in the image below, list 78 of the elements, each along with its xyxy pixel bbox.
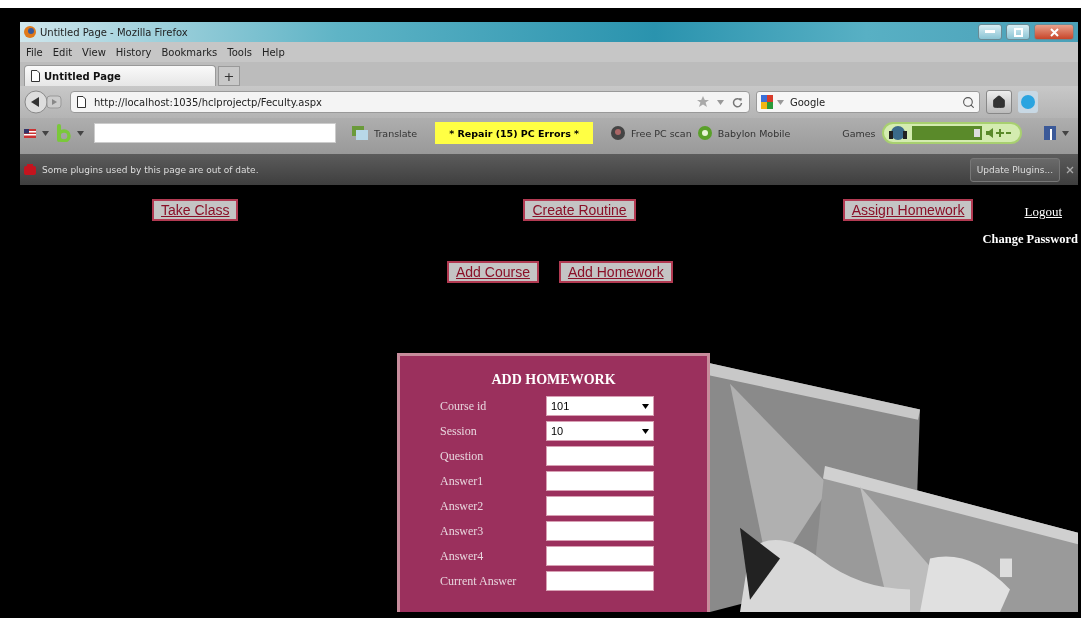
- nav-button[interactable]: Assign Homework: [842, 199, 974, 221]
- free-scan-link[interactable]: Free PC scan: [631, 127, 692, 139]
- menu-item[interactable]: History: [115, 46, 152, 58]
- back-forward-icon[interactable]: [24, 90, 64, 114]
- caret-icon: [77, 130, 84, 136]
- menu-item[interactable]: Help: [261, 46, 285, 58]
- close-icon[interactable]: [1066, 165, 1074, 174]
- menu-item[interactable]: Tools: [227, 46, 252, 58]
- page-icon: [77, 96, 86, 108]
- minimize-icon: [985, 30, 995, 34]
- maximize-button[interactable]: [1006, 24, 1030, 40]
- caret-icon: [642, 428, 649, 434]
- translate-button[interactable]: Translate: [374, 127, 418, 139]
- change-password-link[interactable]: Change Password: [982, 232, 1078, 247]
- minimize-button[interactable]: [978, 24, 1002, 40]
- form-title: ADD HOMEWORK: [491, 372, 616, 388]
- search-field[interactable]: Google: [788, 95, 958, 109]
- menu-item[interactable]: File: [26, 46, 43, 58]
- repair-button[interactable]: * Repair (15) PC Errors *: [435, 122, 594, 144]
- headphones-icon: [887, 125, 908, 141]
- search-box[interactable]: Google: [756, 91, 980, 113]
- field-label: Question: [440, 448, 485, 464]
- nav-button[interactable]: Create Routine: [523, 199, 636, 221]
- close-icon: [1049, 27, 1059, 37]
- radio-player[interactable]: [881, 122, 1022, 144]
- mobile-link[interactable]: Babylon Mobile: [717, 127, 791, 139]
- new-tab-button[interactable]: +: [218, 66, 240, 86]
- field-label: Answer3: [440, 523, 485, 539]
- facebook-icon[interactable]: [1043, 126, 1056, 140]
- mobile-icon: [697, 126, 712, 140]
- caret-icon: [42, 130, 49, 136]
- google-icon: [761, 95, 773, 109]
- skype-icon[interactable]: [1018, 91, 1038, 113]
- search-icon[interactable]: [962, 95, 975, 109]
- update-plugins-button[interactable]: Update Plugins...: [969, 157, 1060, 182]
- translate-icon: [352, 126, 368, 140]
- address-bar[interactable]: http://localhost:1035/hclprojectp/Feculty.aspx: [70, 91, 750, 113]
- field-label: Answer4: [440, 548, 485, 564]
- input-field[interactable]: [546, 471, 654, 491]
- browser-tab[interactable]: Untitled Page: [24, 65, 216, 86]
- menu-item[interactable]: Bookmarks: [161, 46, 218, 58]
- window-title: Untitled Page - Mozilla Firefox: [40, 26, 189, 38]
- input-field[interactable]: [546, 546, 654, 566]
- star-icon[interactable]: [697, 96, 709, 108]
- input-field[interactable]: [546, 571, 654, 591]
- home-button[interactable]: [986, 90, 1012, 114]
- page-icon: [31, 70, 40, 82]
- nav-button[interactable]: Take Class: [152, 199, 239, 221]
- input-field[interactable]: [546, 446, 654, 466]
- logout-link[interactable]: Logout: [1024, 204, 1062, 220]
- field-label: Session: [440, 423, 478, 439]
- dropdown[interactable]: 101: [546, 396, 654, 416]
- nav-button[interactable]: Add Course: [447, 261, 539, 283]
- scan-icon: [611, 126, 626, 140]
- close-button[interactable]: [1034, 24, 1074, 40]
- home-icon: [992, 95, 1006, 109]
- caret-icon: [777, 99, 784, 105]
- firefox-icon: [24, 26, 36, 38]
- toolbar-search-field[interactable]: [94, 123, 336, 143]
- caret-icon: [1061, 130, 1069, 136]
- dropdown[interactable]: 10: [546, 421, 654, 441]
- caret-icon: [717, 99, 724, 105]
- input-field[interactable]: [546, 521, 654, 541]
- field-label: Course id: [440, 398, 488, 414]
- field-label: Current Answer: [440, 573, 518, 589]
- reload-icon[interactable]: [732, 96, 743, 108]
- plugin-warning: Some plugins used by this page are out of date.: [42, 164, 260, 175]
- field-label: Answer1: [440, 473, 485, 489]
- games-link[interactable]: Games: [842, 127, 876, 139]
- menu-item[interactable]: View: [82, 46, 106, 58]
- caret-icon: [642, 403, 649, 409]
- plugin-icon: [24, 164, 36, 175]
- nav-button[interactable]: Add Homework: [558, 261, 673, 283]
- flag-icon[interactable]: [24, 128, 36, 138]
- maximize-icon: [1013, 27, 1023, 37]
- input-field[interactable]: [546, 496, 654, 516]
- field-label: Answer2: [440, 498, 485, 514]
- menu-item[interactable]: Edit: [52, 46, 73, 58]
